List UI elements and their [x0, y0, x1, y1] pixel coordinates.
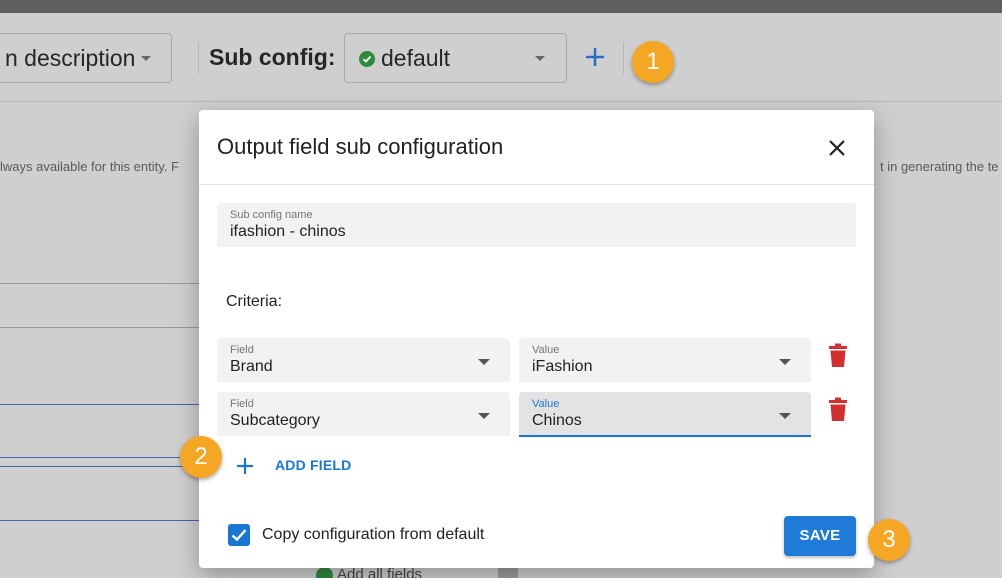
list-divider [0, 404, 200, 405]
check-circle-icon [359, 51, 375, 67]
delete-icon [829, 397, 847, 421]
criteria-field-select[interactable]: Field Subcategory [217, 392, 510, 436]
sub-config-label: Sub config: [209, 44, 336, 70]
step-badge-2: 2 [180, 436, 222, 478]
copy-config-label: Copy configuration from default [262, 526, 485, 543]
add-field-label: ADD FIELD [275, 457, 352, 473]
chevron-down-icon [478, 413, 490, 419]
description-select-value: n description [5, 45, 136, 71]
info-text-right: t in generating the te [880, 159, 999, 174]
sub-config-name-value: ifashion - chinos [230, 223, 346, 240]
step-badge-3: 3 [868, 519, 910, 561]
plus-icon [586, 48, 604, 66]
section-divider [0, 101, 1002, 102]
dialog-title: Output field sub configuration [217, 134, 504, 159]
step-badge-1: 1 [632, 41, 674, 83]
value-label: Value [532, 398, 560, 410]
value-value: iFashion [532, 358, 593, 375]
save-button[interactable]: SAVE [784, 516, 856, 556]
chevron-down-icon [779, 359, 791, 365]
sub-config-select[interactable]: default [344, 33, 567, 83]
chevron-down-icon [478, 359, 490, 365]
criteria-field-select[interactable]: Field Brand [217, 338, 510, 382]
add-sub-config-button[interactable] [582, 44, 608, 70]
toolbar-divider [623, 42, 624, 74]
chevron-down-icon [535, 56, 545, 61]
sub-config-name-field[interactable]: Sub config name ifashion - chinos [217, 203, 856, 247]
value-label: Value [532, 344, 560, 356]
list-divider [0, 466, 200, 467]
checkbox-checked-icon [231, 529, 247, 542]
value-value: Chinos [532, 412, 582, 429]
list-divider [0, 457, 200, 458]
copy-config-checkbox[interactable] [228, 524, 250, 546]
list-divider [0, 283, 200, 284]
field-value: Brand [230, 358, 273, 375]
close-icon [829, 140, 845, 156]
criteria-value-select[interactable]: Value Chinos [519, 392, 811, 437]
criteria-label: Criteria: [226, 293, 283, 310]
field-label: Field [230, 398, 254, 410]
sub-configuration-dialog: Output field sub configuration Sub confi… [199, 110, 874, 568]
criteria-value-select[interactable]: Value iFashion [519, 338, 811, 382]
list-divider [0, 327, 200, 328]
field-label: Field [230, 344, 254, 356]
close-button[interactable] [825, 136, 849, 160]
dialog-divider [199, 184, 874, 185]
delete-criteria-button[interactable] [827, 343, 849, 369]
top-strip [0, 0, 1002, 13]
chevron-down-icon [141, 56, 151, 61]
chevron-down-icon [779, 413, 791, 419]
description-select[interactable]: n description [0, 33, 172, 83]
sub-config-select-value: default [381, 45, 451, 71]
info-text-left: lways available for this entity. F [0, 159, 179, 174]
add-circle-icon [316, 566, 333, 578]
delete-icon [829, 343, 847, 367]
delete-criteria-button[interactable] [827, 397, 849, 423]
list-divider [0, 520, 200, 521]
plus-icon [237, 458, 253, 474]
sub-config-name-label: Sub config name [230, 209, 313, 221]
toolbar-divider [198, 42, 199, 74]
field-value: Subcategory [230, 412, 320, 429]
